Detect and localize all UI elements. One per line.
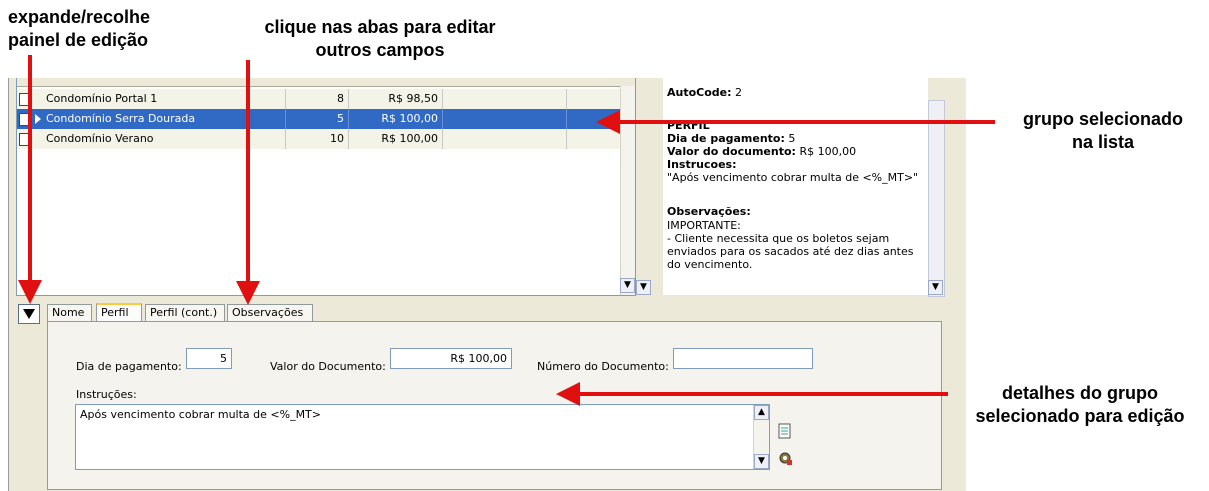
annotation-arrows	[18, 55, 995, 406]
